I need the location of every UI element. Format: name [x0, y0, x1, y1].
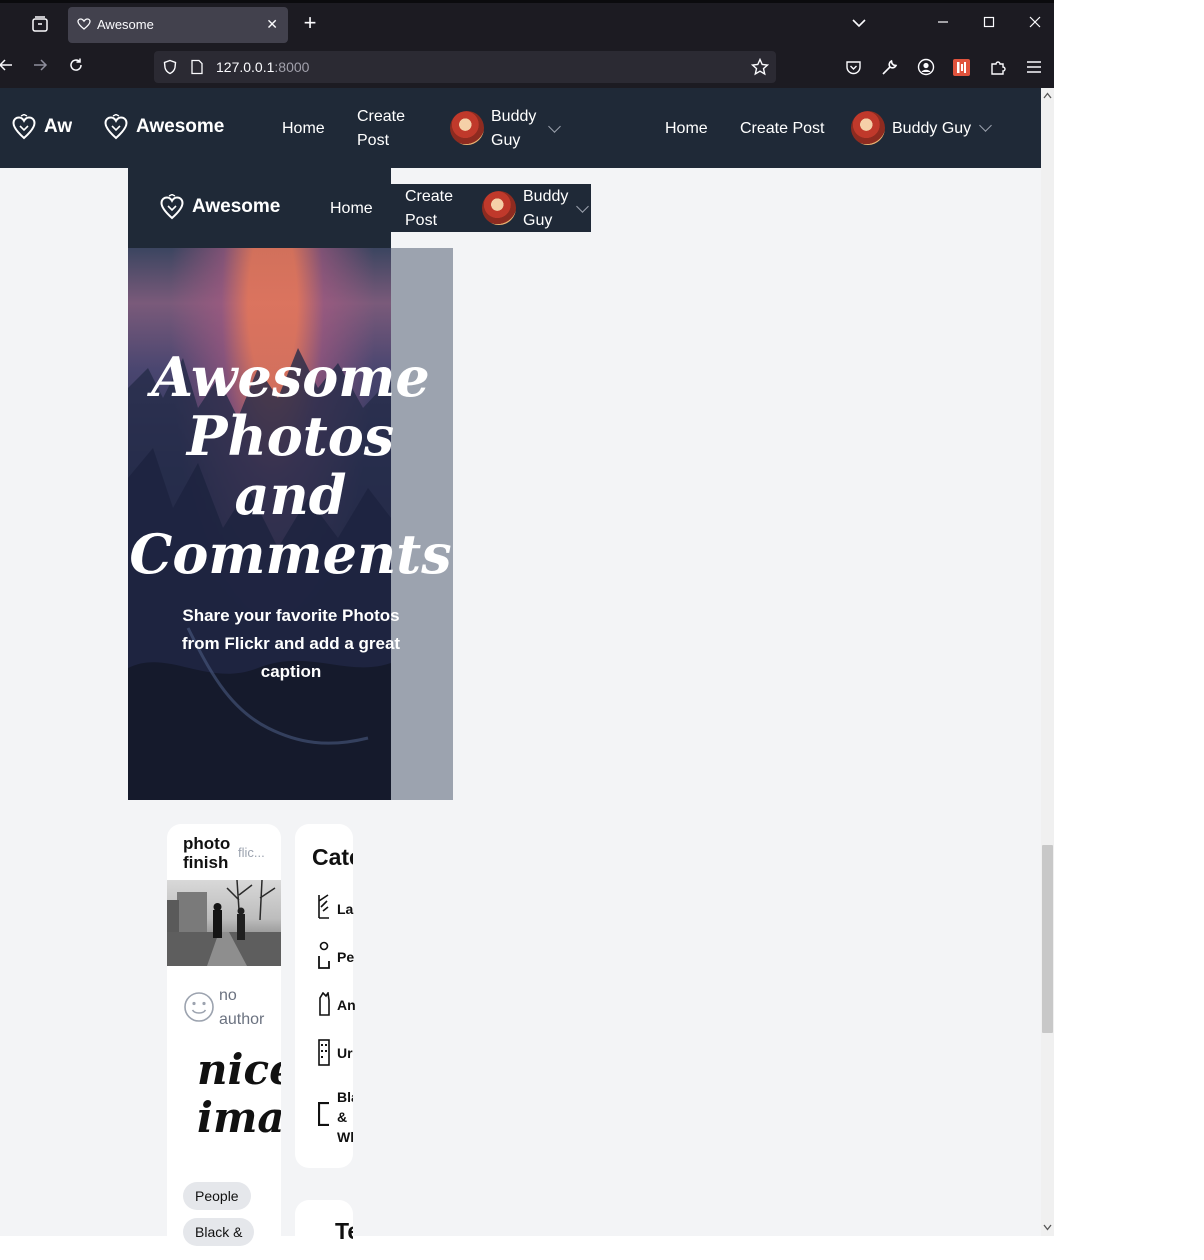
browser-chrome: Awesome ✕ + 127.0.0.1:8000: [0, 0, 1054, 88]
hero-subtitle: Share your favorite Photos from Flickr a…: [181, 606, 401, 681]
account-icon[interactable]: [917, 58, 935, 76]
user-name: Buddy Guy: [892, 120, 972, 137]
extensions-puzzle-icon[interactable]: [989, 58, 1007, 76]
categories-heading: Cate: [312, 844, 353, 870]
reload-icon[interactable]: [66, 57, 86, 79]
brand-text-truncated: Aw: [44, 116, 72, 137]
user-name-line2: Guy: [491, 132, 521, 149]
chevron-down-icon: [548, 120, 561, 133]
heart-favicon-icon: [77, 18, 91, 30]
post-card[interactable]: photo finish flic... no author nice imag…: [167, 824, 281, 1254]
maximize-icon[interactable]: [978, 14, 1000, 34]
nav-create-post-link[interactable]: Create Post: [357, 105, 405, 153]
url-text[interactable]: 127.0.0.1:8000: [216, 59, 309, 75]
back-icon[interactable]: [0, 57, 16, 79]
hero-title-line-1: Awesome: [151, 345, 430, 409]
nav-home-link-3[interactable]: Home: [330, 197, 373, 221]
nav-home-link-2[interactable]: Home: [665, 117, 708, 141]
brand-logo-truncated[interactable]: Aw: [12, 112, 72, 144]
tab-overview-icon[interactable]: [30, 15, 50, 35]
page-info-icon[interactable]: [190, 59, 204, 75]
post-author: no author: [219, 987, 265, 1028]
nav-create-post-link-2[interactable]: Create Post: [740, 117, 824, 141]
hero-title-line-2: Photos: [186, 404, 395, 468]
brand-logo[interactable]: Awesome: [104, 112, 224, 144]
minimize-icon[interactable]: [932, 14, 954, 34]
user-menu[interactable]: Buddy Guy: [450, 105, 565, 153]
heart-logo-icon: [104, 114, 128, 140]
black-white-category-icon: [318, 1102, 329, 1126]
user-avatar: [482, 191, 516, 225]
heart-logo-icon: [160, 194, 184, 220]
chevron-down-icon: [979, 119, 992, 132]
scroll-up-icon[interactable]: [1043, 92, 1052, 99]
close-tab-icon[interactable]: ✕: [266, 16, 278, 33]
hamburger-menu-icon[interactable]: [1026, 60, 1042, 74]
category-item-4[interactable]: Ur: [337, 1045, 353, 1061]
nav-create-post-link-3[interactable]: Create Post: [405, 185, 453, 233]
list-all-tabs-icon[interactable]: [848, 14, 870, 34]
tag-people[interactable]: People: [183, 1182, 251, 1210]
user-name-line1: Buddy: [523, 188, 569, 205]
heart-logo-icon: [12, 114, 36, 140]
landscape-category-icon: [318, 894, 329, 919]
hero-title-line-3: and: [234, 463, 347, 527]
bookmark-star-icon[interactable]: [751, 58, 769, 76]
tags-card: Te: [295, 1200, 353, 1260]
forward-icon[interactable]: [30, 57, 50, 79]
tag-black-white[interactable]: Black &: [183, 1218, 255, 1246]
page-scrollbar[interactable]: [1041, 88, 1054, 1236]
tags-heading: Te: [335, 1218, 353, 1244]
user-name-line1: Buddy: [491, 108, 537, 125]
user-menu-2[interactable]: Buddy Guy: [851, 111, 996, 145]
close-window-icon[interactable]: [1024, 14, 1046, 34]
brand-logo-narrow[interactable]: Awesome: [160, 192, 280, 224]
address-bar[interactable]: 127.0.0.1:8000: [154, 51, 776, 83]
user-menu-3[interactable]: Buddy Guy: [482, 185, 590, 233]
hero-title-line-4: Comments: [129, 522, 452, 586]
shield-icon[interactable]: [162, 59, 178, 75]
chevron-down-icon: [576, 200, 589, 213]
user-avatar: [851, 111, 885, 145]
category-item-3[interactable]: An: [337, 997, 356, 1013]
window-top-edge: [0, 0, 1054, 3]
brand-text: Awesome: [136, 116, 225, 137]
category-item-2[interactable]: Pe: [337, 949, 354, 965]
post-caption: nice imag: [197, 1045, 281, 1142]
pocket-icon[interactable]: [845, 59, 862, 76]
brand-text: Awesome: [192, 196, 281, 217]
scrollbar-thumb[interactable]: [1042, 845, 1053, 1033]
category-item-5[interactable]: Bla & Wl: [337, 1087, 353, 1147]
post-photo[interactable]: [167, 879, 281, 966]
user-name-line2: Guy: [523, 212, 553, 229]
post-source: flic...: [238, 845, 265, 860]
smiley-icon: [184, 992, 214, 1022]
new-tab-icon[interactable]: +: [299, 12, 321, 34]
animal-category-icon: [319, 992, 330, 1016]
scroll-down-icon[interactable]: [1043, 1224, 1052, 1231]
person-category-icon: [318, 941, 330, 969]
user-avatar: [450, 111, 484, 145]
tab-title: Awesome: [97, 17, 154, 32]
post-title[interactable]: photo finish: [183, 834, 241, 872]
building-category-icon: [318, 1039, 330, 1066]
browser-tab-active[interactable]: Awesome ✕: [68, 7, 288, 43]
extension-badge-icon[interactable]: [953, 59, 970, 76]
wrench-icon[interactable]: [881, 59, 898, 76]
category-item-1[interactable]: La: [337, 901, 353, 917]
nav-home-link[interactable]: Home: [282, 117, 325, 141]
